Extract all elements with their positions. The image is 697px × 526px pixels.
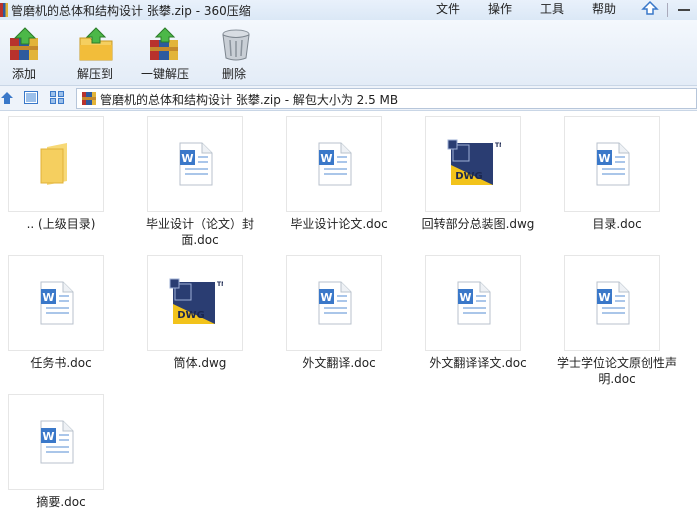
svg-text:W: W: [181, 152, 193, 165]
svg-text:DWG: DWG: [455, 171, 483, 182]
one-click-extract-button[interactable]: 一键解压: [138, 20, 198, 85]
file-thumbnail: W: [8, 255, 104, 351]
word-document-icon: W: [318, 281, 352, 325]
file-item[interactable]: W 毕业设计（论文）封面.doc: [139, 112, 278, 250]
file-item[interactable]: W 外文翻译译文.doc: [417, 251, 556, 389]
word-document-icon: W: [596, 142, 630, 186]
file-name: 毕业设计（论文）封面.doc: [145, 217, 254, 247]
extract-to-label: 解压到: [77, 67, 114, 81]
file-name: 任务书.doc: [30, 356, 92, 370]
file-name: 毕业设计论文.doc: [290, 217, 388, 231]
archive-icon: [82, 92, 96, 105]
path-text: 管磨机的总体和结构设计 张攀.zip - 解包大小为 2.5 MB: [100, 93, 399, 107]
app-icon: [0, 3, 8, 17]
file-item[interactable]: DWG TM 筒体.dwg: [139, 251, 278, 389]
svg-text:TM: TM: [217, 281, 223, 288]
file-item[interactable]: W 任务书.doc: [0, 251, 139, 389]
dwg-file-icon: DWG TM: [169, 278, 223, 324]
one-click-extract-icon: [150, 27, 178, 60]
file-item[interactable]: W 毕业设计论文.doc: [278, 112, 417, 250]
add-archive-icon: [10, 27, 38, 60]
file-name: 外文翻译.doc: [302, 356, 376, 370]
file-thumbnail: W: [286, 255, 382, 351]
file-name: 目录.doc: [592, 217, 642, 231]
file-thumbnail: W: [147, 116, 243, 212]
file-name: .. (上级目录): [26, 217, 96, 231]
word-document-icon: W: [179, 142, 213, 186]
delete-button[interactable]: 删除: [214, 20, 258, 85]
word-document-icon: W: [457, 281, 491, 325]
file-grid: .. (上级目录) W 毕业设计（论文）封面.doc W 毕业设计论文.doc …: [0, 112, 697, 526]
trash-icon: [222, 29, 250, 61]
svg-text:W: W: [459, 291, 471, 304]
file-item[interactable]: W 摘要.doc: [0, 390, 139, 526]
toolbar: 添加 解压到 一键解压 删除: [0, 20, 697, 85]
menu-file[interactable]: 文件: [436, 0, 460, 17]
file-name: 回转部分总装图.dwg: [421, 217, 535, 231]
minimize-icon[interactable]: [678, 9, 690, 11]
file-thumbnail: W: [286, 116, 382, 212]
menu-tools[interactable]: 工具: [540, 0, 564, 17]
folder-icon: [40, 143, 67, 185]
file-name: 学士学位论文原创性声明.doc: [556, 356, 677, 386]
file-thumbnail: DWG TM: [425, 116, 521, 212]
file-thumbnail: W: [8, 394, 104, 490]
svg-text:W: W: [42, 430, 54, 443]
file-thumbnail: W: [564, 255, 660, 351]
menu-help[interactable]: 帮助: [592, 0, 616, 17]
one-click-extract-label: 一键解压: [141, 67, 190, 81]
file-item[interactable]: W 学士学位论文原创性声明.doc: [556, 251, 695, 389]
word-document-icon: W: [596, 281, 630, 325]
file-name: 外文翻译译文.doc: [429, 356, 527, 370]
file-thumbnail: W: [564, 116, 660, 212]
svg-text:DWG: DWG: [177, 310, 205, 321]
file-item-parent-directory[interactable]: .. (上级目录): [0, 112, 139, 250]
file-name: 摘要.doc: [36, 495, 86, 509]
file-thumbnail: [8, 116, 104, 212]
svg-text:W: W: [42, 291, 54, 304]
delete-label: 删除: [222, 67, 247, 81]
path-field[interactable]: 管磨机的总体和结构设计 张攀.zip - 解包大小为 2.5 MB: [76, 88, 697, 109]
grid-view-icon[interactable]: [50, 91, 64, 104]
svg-text:TM: TM: [495, 142, 501, 149]
word-document-icon: W: [40, 281, 74, 325]
svg-text:W: W: [598, 152, 610, 165]
details-view-icon[interactable]: [24, 91, 38, 104]
file-name: 筒体.dwg: [173, 356, 227, 370]
upgrade-icon[interactable]: [641, 0, 659, 16]
add-button[interactable]: 添加: [0, 20, 52, 85]
add-label: 添加: [12, 67, 37, 81]
file-thumbnail: W: [425, 255, 521, 351]
file-item[interactable]: W 目录.doc: [556, 112, 695, 250]
svg-text:W: W: [320, 152, 332, 165]
word-document-icon: W: [318, 142, 352, 186]
address-bar: 管磨机的总体和结构设计 张攀.zip - 解包大小为 2.5 MB: [0, 85, 697, 111]
extract-folder-icon: [79, 27, 113, 61]
arrow-up-icon[interactable]: [0, 91, 14, 105]
word-document-icon: W: [40, 420, 74, 464]
file-item[interactable]: W 外文翻译.doc: [278, 251, 417, 389]
title-bar: 管磨机的总体和结构设计 张攀.zip - 360压缩 文件 操作 工具 帮助: [0, 0, 697, 20]
svg-text:W: W: [320, 291, 332, 304]
titlebar-separator: [667, 3, 668, 17]
extract-to-button[interactable]: 解压到: [70, 20, 122, 85]
window-title: 管磨机的总体和结构设计 张攀.zip - 360压缩: [11, 4, 251, 18]
dwg-file-icon: DWG TM: [447, 139, 501, 185]
file-thumbnail: DWG TM: [147, 255, 243, 351]
svg-text:W: W: [598, 291, 610, 304]
file-item[interactable]: DWG TM 回转部分总装图.dwg: [417, 112, 556, 250]
menu-operation[interactable]: 操作: [488, 0, 512, 17]
